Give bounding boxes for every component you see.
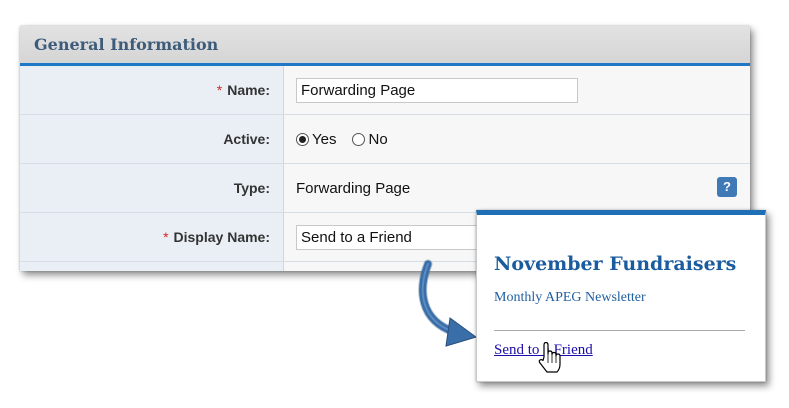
active-no-option[interactable]: No — [352, 131, 388, 148]
display-name-label-text: Display Name: — [173, 229, 270, 245]
form-row-type: Type: Forwarding Page ? — [20, 164, 750, 213]
question-mark-icon[interactable]: ? — [717, 177, 737, 197]
type-value: Forwarding Page — [296, 179, 411, 197]
display-name-label: * Display Name: — [20, 213, 284, 261]
active-radio-group: Yes No — [296, 131, 404, 148]
active-yes-option[interactable]: Yes — [296, 131, 336, 148]
name-label: * Name: — [20, 66, 284, 114]
preview-title: November Fundraisers — [494, 253, 737, 275]
name-label-text: Name: — [227, 82, 270, 98]
active-label: Active: — [20, 115, 284, 163]
preview-subtitle: Monthly APEG Newsletter — [494, 290, 646, 305]
name-input[interactable]: Forwarding Page — [296, 77, 578, 103]
required-marker: * — [163, 229, 169, 245]
panel-title: General Information — [34, 35, 219, 54]
active-value-cell: Yes No — [284, 115, 750, 163]
type-label: Type: — [20, 164, 284, 212]
partial-label-cell — [20, 262, 284, 271]
hand-pointer-icon — [538, 342, 561, 373]
newsletter-preview: November Fundraisers Monthly APEG Newsle… — [476, 210, 766, 382]
active-no-label[interactable]: No — [368, 131, 387, 148]
form-row-active: Active: Yes No — [20, 115, 750, 164]
type-value-cell: Forwarding Page ? — [284, 164, 750, 212]
required-marker: * — [216, 82, 223, 98]
preview-divider — [494, 330, 745, 331]
active-no-radio[interactable] — [352, 132, 366, 146]
active-yes-label[interactable]: Yes — [312, 131, 336, 148]
panel-header: General Information — [20, 26, 750, 66]
name-value-cell: Forwarding Page — [284, 66, 750, 114]
active-yes-radio[interactable] — [296, 132, 309, 146]
form-row-name: * Name: Forwarding Page — [20, 66, 750, 115]
